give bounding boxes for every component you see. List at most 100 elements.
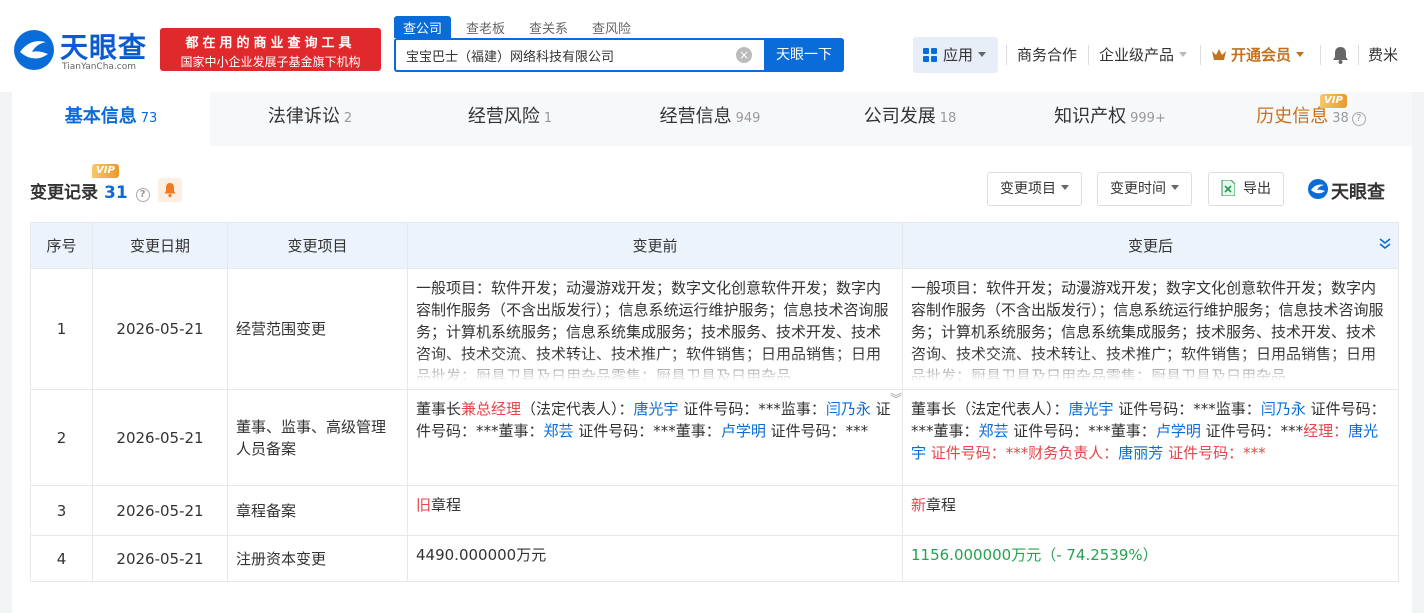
added-text: 证件号码：***财务负责人：	[926, 444, 1119, 462]
section-title: 变更记录 31?	[30, 178, 150, 203]
cell-before: 董事长兼总经理（法定代表人）：唐光宇 证件号码：***监事：闫乃永 证件号码：*…	[407, 389, 903, 486]
cell-date: 2026-05-21	[92, 389, 228, 486]
tab-label: 历史信息	[1256, 106, 1329, 127]
person-link[interactable]: 郑芸	[979, 422, 1009, 440]
filter-change-time[interactable]: 变更时间	[1097, 172, 1192, 206]
tab-basic-info[interactable]: 基本信息 73	[12, 92, 210, 146]
tab-intellectual-property[interactable]: 知识产权 999+	[1010, 92, 1210, 146]
table-row: 4 2026-05-21 注册资本变更 4490.000000万元 1156.0…	[30, 535, 1399, 582]
tab-history-info[interactable]: 历史信息 38?	[1210, 92, 1412, 146]
enterprise-label: 企业级产品	[1099, 46, 1175, 64]
tab-label: 经营信息	[659, 106, 732, 127]
cell-date: 2026-05-21	[92, 485, 228, 536]
divider	[1320, 45, 1321, 65]
after-text: 一般项目：软件开发；动漫游戏开发；数字文化创意软件开发；数字内容制作服务（不含出…	[911, 279, 1384, 381]
clear-icon[interactable]: ×	[736, 47, 752, 63]
search-tab-boss[interactable]: 查老板	[457, 16, 514, 38]
person-link[interactable]: 唐丽芳	[1118, 444, 1163, 462]
col-header-date: 变更日期	[92, 222, 228, 269]
change-records-table: 序号 变更日期 变更项目 变更前 变更后 1 2026-05-21 经营范围变更…	[30, 222, 1399, 582]
clipped-text: 一般项目：软件开发；动漫游戏开发；数字文化创意软件开发；数字内容制作服务（不含出…	[911, 277, 1390, 381]
cell-after: 董事长（法定代表人）：唐光宇 证件号码：***监事：闫乃永 证件号码：***董事…	[902, 389, 1399, 486]
filter-change-item[interactable]: 变更项目	[987, 172, 1082, 206]
logo-mark-icon	[14, 30, 54, 70]
tab-label: 经营风险	[467, 106, 540, 127]
person-link[interactable]: 闫乃永	[826, 400, 871, 418]
person-link[interactable]: 唐光宇	[634, 400, 679, 418]
table-row: 2 2026-05-21 董事、监事、高级管理人员备案 董事长兼总经理（法定代表…	[30, 389, 1399, 486]
cell-after: 1156.000000万元（- 74.2539%）	[902, 535, 1399, 582]
cell-before[interactable]: 旧章程	[407, 485, 903, 536]
tab-count: 1	[543, 111, 553, 126]
search-tab-risk[interactable]: 查风险	[583, 16, 640, 38]
cell-no: 4	[30, 535, 93, 582]
person-link[interactable]: 卢学明	[721, 422, 766, 440]
nav-enterprise-products[interactable]: 企业级产品	[1099, 38, 1188, 72]
bell-icon[interactable]	[1332, 46, 1349, 64]
cell-item: 董事、监事、高级管理人员备案	[227, 389, 408, 486]
text: 证件号码：***董事：	[573, 422, 721, 440]
person-link[interactable]: 卢学明	[1156, 422, 1201, 440]
tab-label: 公司发展	[863, 106, 936, 127]
person-link[interactable]: 闫乃永	[1261, 400, 1306, 418]
section-count: 31	[104, 183, 128, 203]
person-link[interactable]: 郑芸	[544, 422, 574, 440]
search-button[interactable]: 天眼一下	[764, 38, 844, 72]
filter-label: 变更时间	[1110, 181, 1166, 197]
apps-menu-button[interactable]: 应用	[913, 37, 998, 73]
cell-after[interactable]: 新章程	[902, 485, 1399, 536]
logo-mark-icon	[1308, 179, 1328, 199]
tab-operation-info[interactable]: 经营信息 949	[610, 92, 810, 146]
table-row: 1 2026-05-21 经营范围变更 一般项目：软件开发；动漫游戏开发；数字文…	[30, 268, 1399, 390]
promo-banner[interactable]: 都在用的商业查询工具 国家中小企业发展子基金旗下机构	[160, 28, 381, 71]
before-text: 一般项目：软件开发；动漫游戏开发；数字文化创意软件开发；数字内容制作服务（不含出…	[416, 279, 889, 381]
charter-link[interactable]: 章程	[926, 496, 956, 514]
divider	[1006, 45, 1007, 65]
promo-line1: 都在用的商业查询工具	[185, 36, 356, 51]
cell-item: 经营范围变更	[227, 268, 408, 390]
chevron-down-icon	[978, 52, 987, 57]
chevron-down-icon	[1296, 52, 1305, 57]
chevron-down-icon	[1061, 185, 1069, 190]
cell-no: 3	[30, 485, 93, 536]
watermark-logo: 天眼查	[1307, 178, 1399, 203]
double-chevron-down-icon[interactable]	[1378, 237, 1392, 251]
monitor-bell-button[interactable]	[158, 178, 182, 202]
table-row: 3 2026-05-21 章程备案 旧章程 新章程	[30, 485, 1399, 536]
expand-chevron-icon[interactable]: ︾	[890, 390, 902, 407]
apps-grid-icon	[923, 48, 937, 62]
crown-icon	[1212, 49, 1226, 60]
nav-open-vip[interactable]: 开通会员	[1211, 38, 1305, 72]
tab-operation-risk[interactable]: 经营风险 1	[410, 92, 610, 146]
old-mark: 旧	[416, 496, 432, 514]
watermark-text: 天眼查	[1331, 182, 1385, 203]
search-tab-company[interactable]: 查公司	[394, 16, 452, 38]
cell-date: 2026-05-21	[92, 535, 228, 582]
tab-count: 999+	[1130, 111, 1166, 126]
search-tab-relation[interactable]: 查关系	[520, 16, 577, 38]
tab-company-development[interactable]: 公司发展 18	[810, 92, 1010, 146]
clipped-text: 一般项目：软件开发；动漫游戏开发；数字文化创意软件开发；数字内容制作服务（不含出…	[416, 277, 894, 381]
export-button[interactable]: 导出	[1208, 172, 1284, 206]
charter-link[interactable]: 章程	[431, 496, 461, 514]
tianyancha-logo[interactable]: 天眼查 TianYanCha.com	[12, 26, 152, 72]
user-menu[interactable]: 费米	[1368, 38, 1398, 72]
search-input[interactable]	[396, 40, 726, 70]
help-icon[interactable]: ?	[135, 188, 150, 202]
company-tabs: 基本信息 73 法律诉讼 2 经营风险 1 经营信息 949 公司发展 18 知识产权 99…	[12, 92, 1412, 146]
filter-label: 变更项目	[1000, 181, 1056, 197]
cell-no: 1	[30, 268, 93, 390]
help-icon[interactable]: ?	[1351, 112, 1366, 126]
tab-legal[interactable]: 法律诉讼 2	[210, 92, 410, 146]
section-title-text: 变更记录	[30, 183, 98, 203]
text: 证件号码：***	[1200, 422, 1304, 440]
person-link[interactable]: 唐光宇	[1069, 400, 1114, 418]
removed-text: 兼总经理	[461, 400, 522, 418]
col-header-item: 变更项目	[227, 222, 408, 269]
divider	[1358, 45, 1359, 65]
nav-business-cooperation[interactable]: 商务合作	[1017, 38, 1077, 72]
cell-before: 一般项目：软件开发；动漫游戏开发；数字文化创意软件开发；数字内容制作服务（不含出…	[407, 268, 903, 390]
text: 董事长	[416, 400, 462, 418]
tab-count: 2	[343, 111, 353, 126]
added-text: 证件号码：***	[1163, 444, 1266, 462]
